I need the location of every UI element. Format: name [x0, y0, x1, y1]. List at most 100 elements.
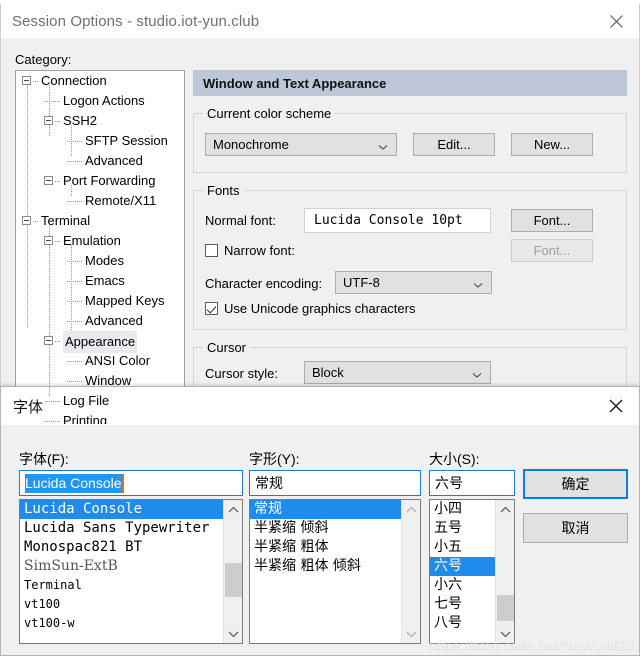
- color-scheme-dropdown[interactable]: Monochrome: [205, 133, 397, 156]
- font-size-input-value: 六号: [435, 475, 463, 491]
- fonts-group-label: Fonts: [203, 183, 244, 198]
- color-scheme-group: Current color scheme Monochrome Edit... …: [193, 106, 627, 173]
- color-scheme-value: Monochrome: [213, 137, 289, 152]
- tree-item-port-forwarding[interactable]: Port Forwarding: [16, 171, 184, 191]
- tree-item-label: Emacs: [85, 273, 125, 288]
- tree-item-advanced[interactable]: Advanced: [16, 151, 184, 171]
- font-size-input[interactable]: 六号: [429, 470, 515, 496]
- font-dialog: 字体 字体(F): 字形(Y): 大小(S): Lucida Console 常…: [0, 386, 640, 656]
- character-encoding-label: Character encoding:: [205, 276, 323, 291]
- font-size-list-items: 小四 五号 小五 六号 小六 七号 八号: [430, 500, 495, 643]
- tree-item-emulation[interactable]: Emulation: [16, 231, 184, 251]
- edit-color-scheme-button[interactable]: Edit...: [413, 133, 495, 156]
- font-style-list-item[interactable]: 半紧缩 粗体 倾斜: [250, 557, 401, 576]
- size-list-scroll-thumb[interactable]: [497, 595, 514, 621]
- font-name-list-item[interactable]: Lucida Sans Typewriter: [20, 519, 223, 538]
- normal-font-button[interactable]: Font...: [511, 209, 593, 232]
- tree-item-mapped-keys[interactable]: Mapped Keys: [16, 291, 184, 311]
- unicode-graphics-checkbox[interactable]: [205, 302, 218, 315]
- scroll-down-icon[interactable]: [402, 624, 420, 643]
- tree-expander-icon[interactable]: [22, 216, 31, 225]
- category-label: Category:: [15, 52, 72, 67]
- pane-header: Window and Text Appearance: [193, 70, 627, 96]
- font-size-list-item[interactable]: 小四: [430, 500, 495, 519]
- font-size-list-item[interactable]: 六号: [430, 557, 495, 576]
- tree-expander-icon[interactable]: [44, 336, 53, 345]
- tree-item-appearance[interactable]: Appearance: [16, 331, 184, 353]
- font-style-input[interactable]: 常规: [249, 470, 421, 496]
- font-name-list-item[interactable]: vt100: [20, 595, 223, 614]
- tree-item-terminal[interactable]: Terminal: [16, 211, 184, 231]
- font-name-list-item[interactable]: SimSun-ExtB: [20, 557, 223, 576]
- font-name-listbox[interactable]: Lucida Console Lucida Sans Typewriter Mono…: [19, 499, 243, 644]
- tree-item-modes[interactable]: Modes: [16, 251, 184, 271]
- tree-item-label: SSH2: [63, 113, 97, 128]
- tree-item-label: Advanced: [85, 313, 143, 328]
- font-list-scrollbar[interactable]: [223, 500, 242, 643]
- font-list-scroll-thumb[interactable]: [225, 563, 242, 597]
- font-size-list-item[interactable]: 小五: [430, 538, 495, 557]
- scroll-up-icon[interactable]: [402, 500, 420, 519]
- tree-item-remote-x11[interactable]: Remote/X11: [16, 191, 184, 211]
- tree-item-label: Printing: [63, 413, 108, 425]
- tree-item-sftp-session[interactable]: SFTP Session: [16, 131, 184, 151]
- unicode-graphics-row[interactable]: Use Unicode graphics characters: [205, 301, 415, 316]
- tree-item-ansi-color[interactable]: ANSI Color: [16, 351, 184, 371]
- font-name-input[interactable]: Lucida Console: [19, 470, 243, 496]
- close-icon[interactable]: [593, 4, 639, 38]
- tree-item-connection[interactable]: Connection: [16, 71, 184, 91]
- narrow-font-button: Font...: [511, 239, 593, 262]
- size-list-scrollbar[interactable]: [495, 500, 514, 643]
- character-encoding-dropdown[interactable]: UTF-8: [335, 271, 492, 294]
- font-size-listbox[interactable]: 小四 五号 小五 六号 小六 七号 八号: [429, 499, 515, 644]
- tree-expander-icon[interactable]: [44, 116, 53, 125]
- close-icon[interactable]: [593, 387, 639, 425]
- normal-font-value: Lucida Console 10pt: [304, 208, 491, 233]
- tree-item-label: Advanced: [85, 153, 143, 168]
- tree-item-logon-actions[interactable]: Logon Actions: [16, 91, 184, 111]
- tree-item-label: Logon Actions: [63, 93, 145, 108]
- cursor-style-dropdown[interactable]: Block: [304, 361, 491, 384]
- scroll-up-icon[interactable]: [496, 500, 514, 519]
- font-name-list-item[interactable]: Terminal: [20, 576, 223, 595]
- new-color-scheme-button[interactable]: New...: [511, 133, 593, 156]
- font-style-list-item[interactable]: 半紧缩 倾斜: [250, 519, 401, 538]
- font-name-list-item[interactable]: Monospac821 BT: [20, 538, 223, 557]
- unicode-graphics-label: Use Unicode graphics characters: [224, 301, 416, 316]
- category-tree[interactable]: Connection Logon Actions SSH2 SFTP Session A…: [15, 70, 185, 425]
- scroll-down-icon[interactable]: [496, 624, 514, 643]
- tree-item-label: Mapped Keys: [85, 293, 165, 308]
- tree-expander-icon[interactable]: [44, 176, 53, 185]
- tree-expander-icon[interactable]: [44, 236, 53, 245]
- tree-item-advanced[interactable]: Advanced: [16, 311, 184, 331]
- tree-item-label: Terminal: [41, 213, 91, 228]
- font-size-list-item[interactable]: 小六: [430, 576, 495, 595]
- style-list-scrollbar[interactable]: [401, 500, 420, 643]
- ok-button[interactable]: 确定: [523, 469, 628, 499]
- font-style-list-item[interactable]: 常规: [250, 500, 401, 519]
- narrow-font-row[interactable]: Narrow font:: [205, 243, 295, 258]
- font-style-list-item[interactable]: 半紧缩 粗体: [250, 538, 401, 557]
- scroll-down-icon[interactable]: [224, 624, 242, 643]
- chevron-down-icon: [378, 140, 388, 150]
- screen: Session Options - studio.iot-yun.club Ca…: [0, 0, 640, 656]
- font-name-list-item[interactable]: Lucida Console: [20, 500, 223, 519]
- tree-item-label: Remote/X11: [85, 193, 157, 208]
- scroll-up-icon[interactable]: [224, 500, 242, 519]
- font-style-listbox[interactable]: 常规 半紧缩 倾斜 半紧缩 粗体 半紧缩 粗体 倾斜: [249, 499, 421, 644]
- font-size-list-item[interactable]: 五号: [430, 519, 495, 538]
- font-size-list-item[interactable]: 八号: [430, 614, 495, 633]
- tree-item-emacs[interactable]: Emacs: [16, 271, 184, 291]
- tree-expander-icon[interactable]: [22, 76, 31, 85]
- font-size-list-item[interactable]: 七号: [430, 595, 495, 614]
- cancel-button[interactable]: 取消: [523, 513, 628, 543]
- tree-item-label: Emulation: [63, 233, 121, 248]
- chevron-down-icon: [472, 368, 482, 378]
- tree-item-label: Log File: [63, 393, 110, 408]
- tree-item-label: Window: [85, 373, 132, 388]
- tree-item-ssh2[interactable]: SSH2: [16, 111, 184, 131]
- font-name-list-item[interactable]: vt100-w: [20, 614, 223, 633]
- narrow-font-label: Narrow font:: [224, 243, 295, 258]
- narrow-font-checkbox[interactable]: [205, 244, 218, 257]
- cursor-style-label: Cursor style:: [205, 366, 278, 381]
